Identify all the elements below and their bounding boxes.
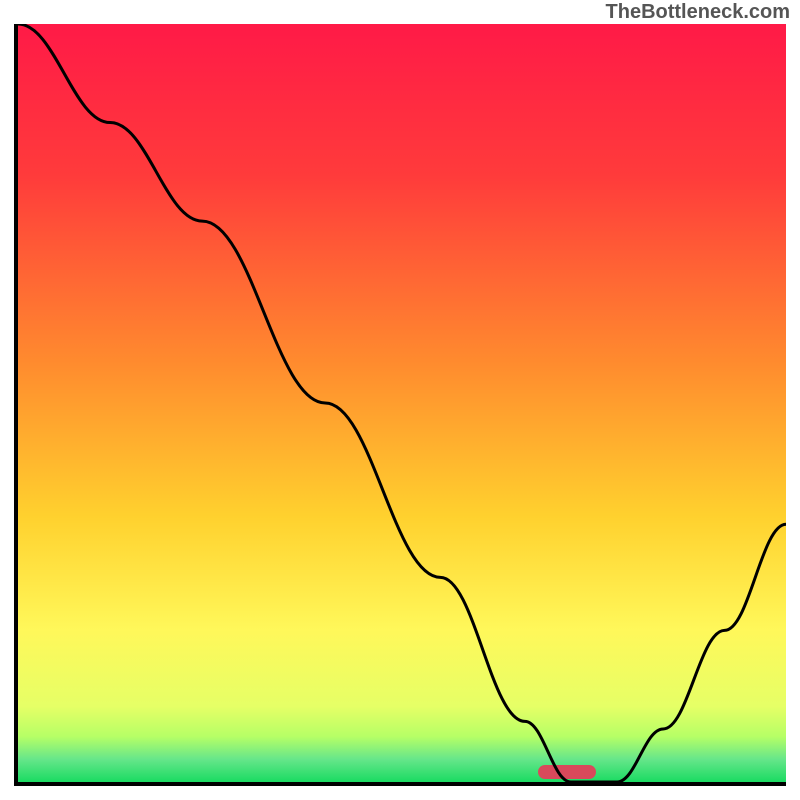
plot-area (14, 24, 786, 786)
bottleneck-curve (18, 24, 786, 782)
watermark-text: TheBottleneck.com (606, 0, 790, 24)
chart-container: TheBottleneck.com (0, 0, 800, 800)
